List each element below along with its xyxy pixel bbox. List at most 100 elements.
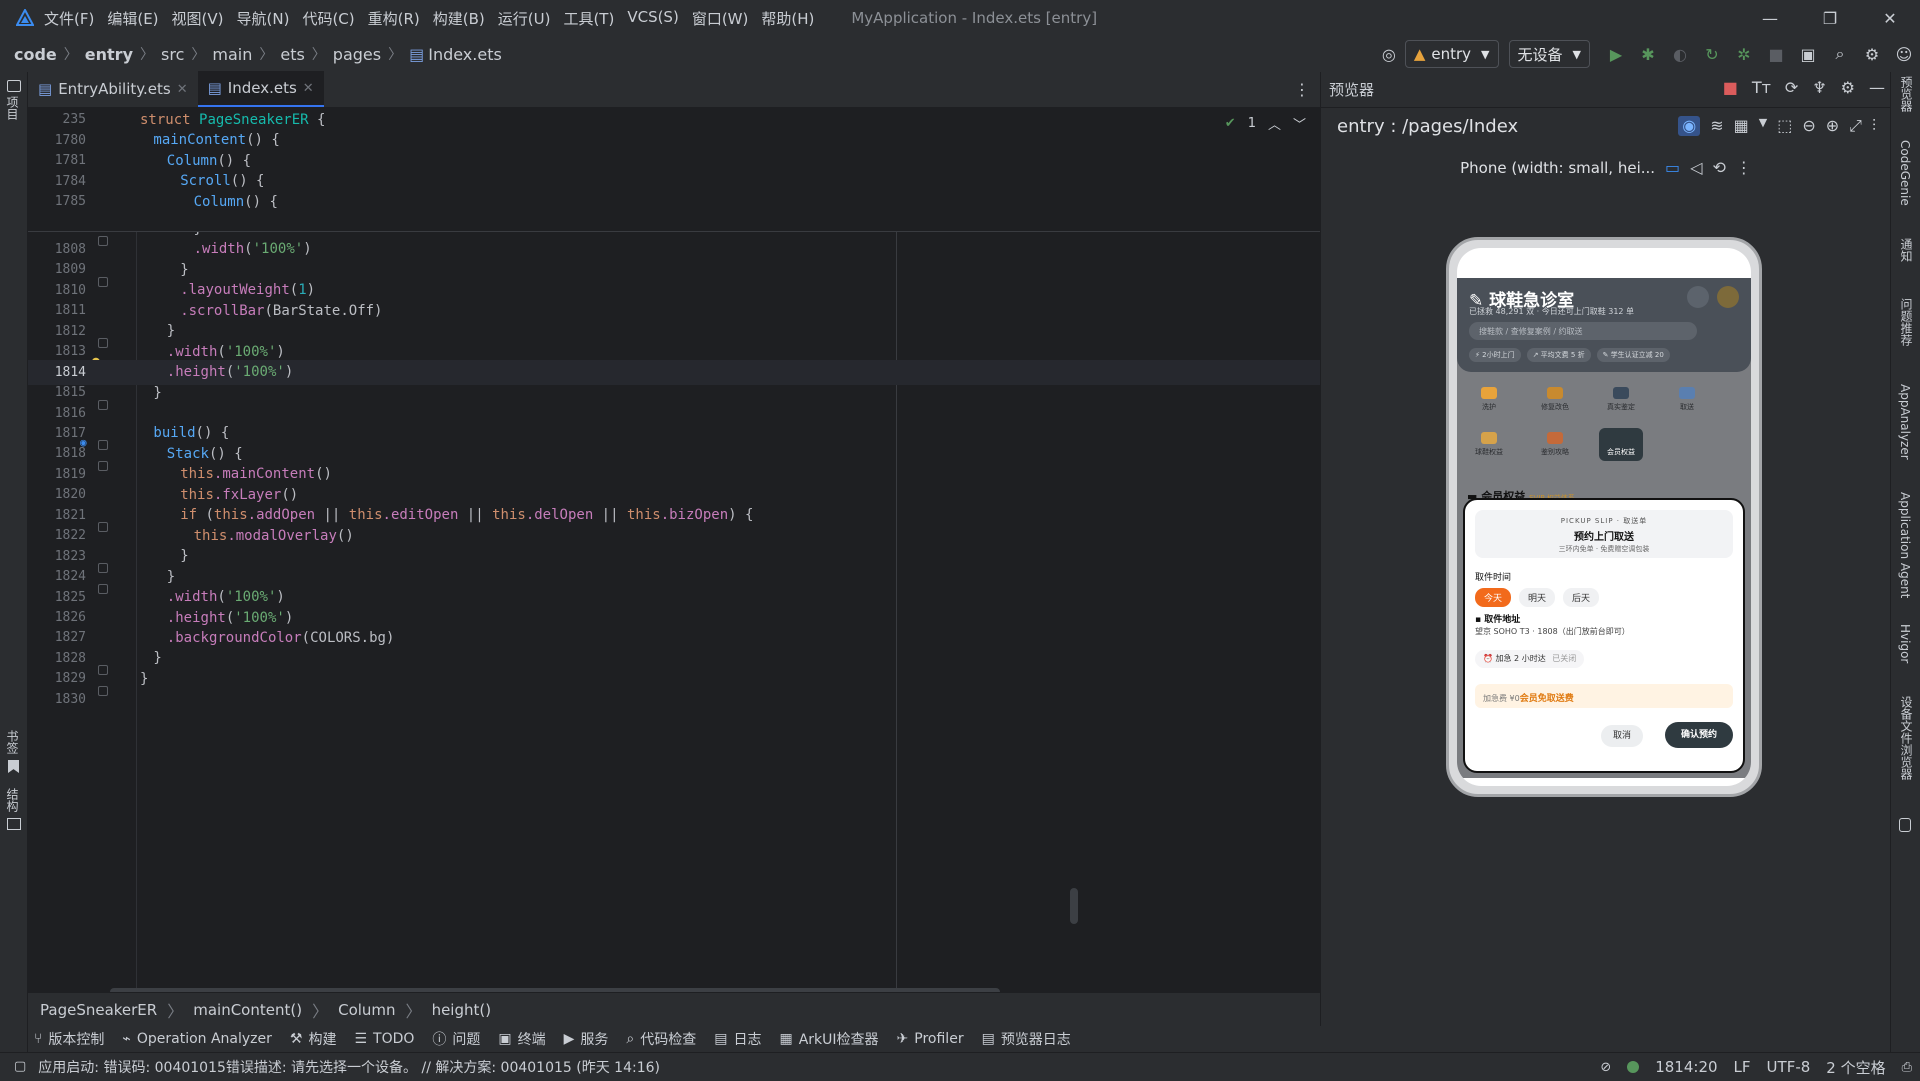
breadcrumb-item[interactable]: code bbox=[14, 45, 57, 64]
debug-icon[interactable]: ✱ bbox=[1635, 41, 1661, 67]
feature-grid-item[interactable]: 球鞋权益 bbox=[1467, 428, 1511, 461]
inspection-widget[interactable]: ✔ 1 ︿ ﹀ bbox=[1225, 114, 1306, 133]
device-label[interactable]: Phone (width: small, hei... bbox=[1460, 159, 1655, 177]
confirm-button[interactable]: 确认预约 bbox=[1665, 722, 1733, 748]
close-tab-icon[interactable]: ✕ bbox=[303, 81, 314, 96]
tool-window-button[interactable]: ⌁ Operation Analyzer bbox=[122, 1029, 271, 1049]
layers-icon[interactable]: ≋ bbox=[1710, 116, 1723, 136]
breadcrumb-item[interactable]: Index.ets bbox=[428, 45, 502, 64]
font-size-icon[interactable]: Tт bbox=[1752, 78, 1771, 97]
stop-icon[interactable]: ■ bbox=[1763, 41, 1789, 67]
breadcrumb-item[interactable]: src bbox=[161, 45, 184, 64]
notification-icon[interactable] bbox=[1687, 286, 1709, 308]
feature-tag[interactable]: ⚡ 2小时上门 bbox=[1469, 348, 1521, 362]
phone-screen[interactable]: ✎ 球鞋急诊室 已拯救 48,291 双 · 今日还可上门取鞋 312 单 搜鞋… bbox=[1457, 248, 1751, 786]
search-input[interactable]: 搜鞋款 / 查修复案例 / 约取送 bbox=[1469, 322, 1697, 340]
bookmarks-tool-label[interactable]: 书签 bbox=[4, 730, 21, 754]
breadcrumb-item[interactable]: pages bbox=[333, 45, 381, 64]
phone-toggle-icon[interactable]: ▭ bbox=[1665, 158, 1680, 177]
no-notifications-icon[interactable]: ⊘ bbox=[1600, 1060, 1611, 1075]
tool-window-button[interactable]: ⑂ 版本控制 bbox=[34, 1029, 104, 1049]
menu-item[interactable]: VCS(S) bbox=[627, 8, 678, 29]
file-encoding[interactable]: UTF-8 bbox=[1767, 1058, 1811, 1076]
codegenie-tool-label[interactable]: CodeGenie bbox=[1898, 140, 1912, 206]
fit-icon[interactable]: ⤢ bbox=[1849, 116, 1862, 136]
back-icon[interactable]: ◁ bbox=[1690, 158, 1702, 177]
feature-tag[interactable]: ✎ 学生认证立减 20 bbox=[1596, 348, 1670, 362]
breadcrumb-item[interactable]: main bbox=[212, 45, 252, 64]
line-separator[interactable]: LF bbox=[1734, 1058, 1751, 1076]
settings-icon[interactable]: ⚙ bbox=[1859, 41, 1885, 67]
status-message[interactable]: 应用启动: 错误码: 00401015错误描述: 请先选择一个设备。 // 解决… bbox=[38, 1057, 660, 1077]
account-icon[interactable]: ☺ bbox=[1891, 41, 1917, 67]
tool-window-button[interactable]: ✈ Profiler bbox=[897, 1029, 964, 1049]
breadcrumb-item[interactable]: ets bbox=[280, 45, 304, 64]
readonly-lock-icon[interactable]: ⎙ bbox=[1902, 1060, 1912, 1075]
target-icon[interactable]: ◎ bbox=[1376, 41, 1402, 67]
search-icon[interactable]: ⌕ bbox=[1827, 41, 1853, 67]
inspector-icon[interactable]: ♆ bbox=[1812, 78, 1826, 97]
tool-window-button[interactable]: ⓘ 问题 bbox=[432, 1029, 480, 1049]
menu-item[interactable]: 代码(C) bbox=[302, 8, 354, 29]
attach-debugger-icon[interactable]: ◐ bbox=[1667, 41, 1693, 67]
run-icon[interactable]: ▶ bbox=[1603, 41, 1629, 67]
folder-icon[interactable] bbox=[7, 80, 21, 92]
hvigor-tool-label[interactable]: Hvigor bbox=[1898, 624, 1912, 663]
menu-item[interactable]: 导航(N) bbox=[237, 8, 290, 29]
more-options-icon[interactable]: ⋮ bbox=[1736, 158, 1752, 177]
address-value[interactable]: 望京 SOHO T3 · 1808（出门放前台即可） bbox=[1475, 626, 1630, 637]
feature-grid-item[interactable]: 会员权益 bbox=[1599, 428, 1643, 461]
restore-icon[interactable]: ❐ bbox=[1800, 0, 1860, 36]
device-file-browser-tool-label[interactable]: 设备文件浏览器 bbox=[1898, 696, 1915, 780]
indent-setting[interactable]: 2 个空格 bbox=[1826, 1057, 1885, 1078]
menu-item[interactable]: 视图(V) bbox=[172, 8, 224, 29]
menu-item[interactable]: 文件(F) bbox=[44, 8, 94, 29]
feature-grid-item[interactable]: 真实鉴定 bbox=[1599, 383, 1643, 416]
minimize-panel-icon[interactable]: — bbox=[1869, 78, 1885, 97]
time-option-tomorrow[interactable]: 明天 bbox=[1519, 588, 1556, 607]
tool-window-button[interactable]: ⚒ 构建 bbox=[290, 1029, 337, 1049]
profile-icon[interactable]: ✲ bbox=[1731, 41, 1757, 67]
structure-tool-label[interactable]: 结构 bbox=[4, 788, 21, 812]
project-tool-label[interactable]: 项目 bbox=[4, 96, 21, 120]
time-option-today[interactable]: 今天 bbox=[1475, 588, 1512, 607]
settings-icon[interactable]: ⚙ bbox=[1841, 78, 1855, 97]
chevron-up-icon[interactable]: ︿ bbox=[1268, 114, 1281, 133]
grid-icon[interactable]: ▦ bbox=[1734, 116, 1749, 136]
menu-item[interactable]: 编辑(E) bbox=[107, 8, 158, 29]
rerun-icon[interactable]: ↻ bbox=[1699, 41, 1725, 67]
stop-preview-icon[interactable]: ■ bbox=[1723, 78, 1738, 97]
feature-grid-item[interactable]: 鉴别攻略 bbox=[1533, 428, 1577, 461]
zoom-in-icon[interactable]: ⊕ bbox=[1826, 116, 1839, 136]
refresh-icon[interactable]: ⟳ bbox=[1785, 78, 1798, 97]
menu-item[interactable]: 帮助(H) bbox=[761, 8, 814, 29]
tool-window-button[interactable]: ⌕ 代码检查 bbox=[626, 1029, 696, 1049]
feature-grid-item[interactable]: 洗护 bbox=[1467, 383, 1511, 416]
urgent-toggle[interactable]: ⏰ 加急 2 小时达 已关闭 bbox=[1475, 650, 1585, 668]
chevron-down-icon[interactable]: ▼ bbox=[1759, 116, 1767, 136]
minimize-icon[interactable]: — bbox=[1740, 0, 1800, 36]
time-option-day-after[interactable]: 后天 bbox=[1563, 588, 1600, 607]
application-agent-tool-label[interactable]: Application Agent bbox=[1898, 492, 1912, 598]
health-indicator-icon[interactable] bbox=[1627, 1061, 1640, 1073]
menu-item[interactable]: 窗口(W) bbox=[692, 8, 749, 29]
tab-entryability[interactable]: ▤ EntryAbility.ets ✕ bbox=[28, 71, 198, 107]
database-icon[interactable] bbox=[1899, 818, 1911, 832]
vertical-scrollbar[interactable] bbox=[1070, 888, 1078, 924]
menu-item[interactable]: 运行(U) bbox=[498, 8, 551, 29]
code-editor[interactable]: ✔ 1 ︿ ﹀ 235 struct PageSneakerER {1780 mai… bbox=[28, 108, 1320, 992]
device-select[interactable]: 无设备 ▼ bbox=[1508, 40, 1590, 68]
cancel-button[interactable]: 取消 bbox=[1601, 725, 1643, 747]
menu-item[interactable]: 构建(B) bbox=[433, 8, 485, 29]
structure-icon[interactable] bbox=[7, 818, 21, 830]
crop-icon[interactable]: ⬚ bbox=[1777, 116, 1792, 136]
tool-window-button[interactable]: ▶ 服务 bbox=[564, 1029, 609, 1049]
avatar[interactable] bbox=[1717, 286, 1739, 308]
previewer-tool-label[interactable]: 预览器 bbox=[1898, 76, 1915, 112]
suggestions-tool-label[interactable]: 问题推荐 bbox=[1898, 298, 1915, 346]
tab-index[interactable]: ▤ Index.ets ✕ bbox=[197, 71, 324, 107]
chevron-down-icon[interactable]: ﹀ bbox=[1293, 114, 1306, 133]
tool-window-button[interactable]: ▤ 日志 bbox=[714, 1029, 761, 1049]
zoom-out-icon[interactable]: ⊖ bbox=[1802, 116, 1815, 136]
eye-icon[interactable]: ◉ bbox=[1678, 116, 1701, 136]
